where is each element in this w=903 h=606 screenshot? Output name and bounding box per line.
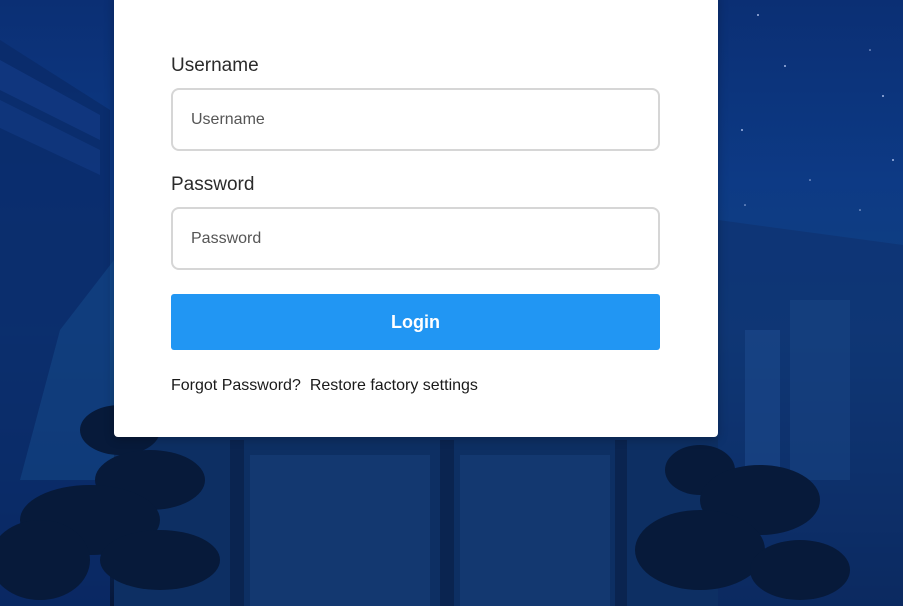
username-label: Username	[171, 55, 259, 76]
password-label: Password	[171, 174, 255, 195]
forgot-password-link[interactable]: Forgot Password?	[171, 377, 301, 394]
login-card: Username Password Login Forgot Password?…	[114, 0, 718, 437]
help-links: Forgot Password? Restore factory settings	[171, 376, 478, 396]
restore-factory-settings-link[interactable]: Restore factory settings	[310, 377, 478, 394]
password-input[interactable]	[171, 207, 660, 270]
login-button[interactable]: Login	[171, 294, 660, 350]
username-input[interactable]	[171, 88, 660, 151]
